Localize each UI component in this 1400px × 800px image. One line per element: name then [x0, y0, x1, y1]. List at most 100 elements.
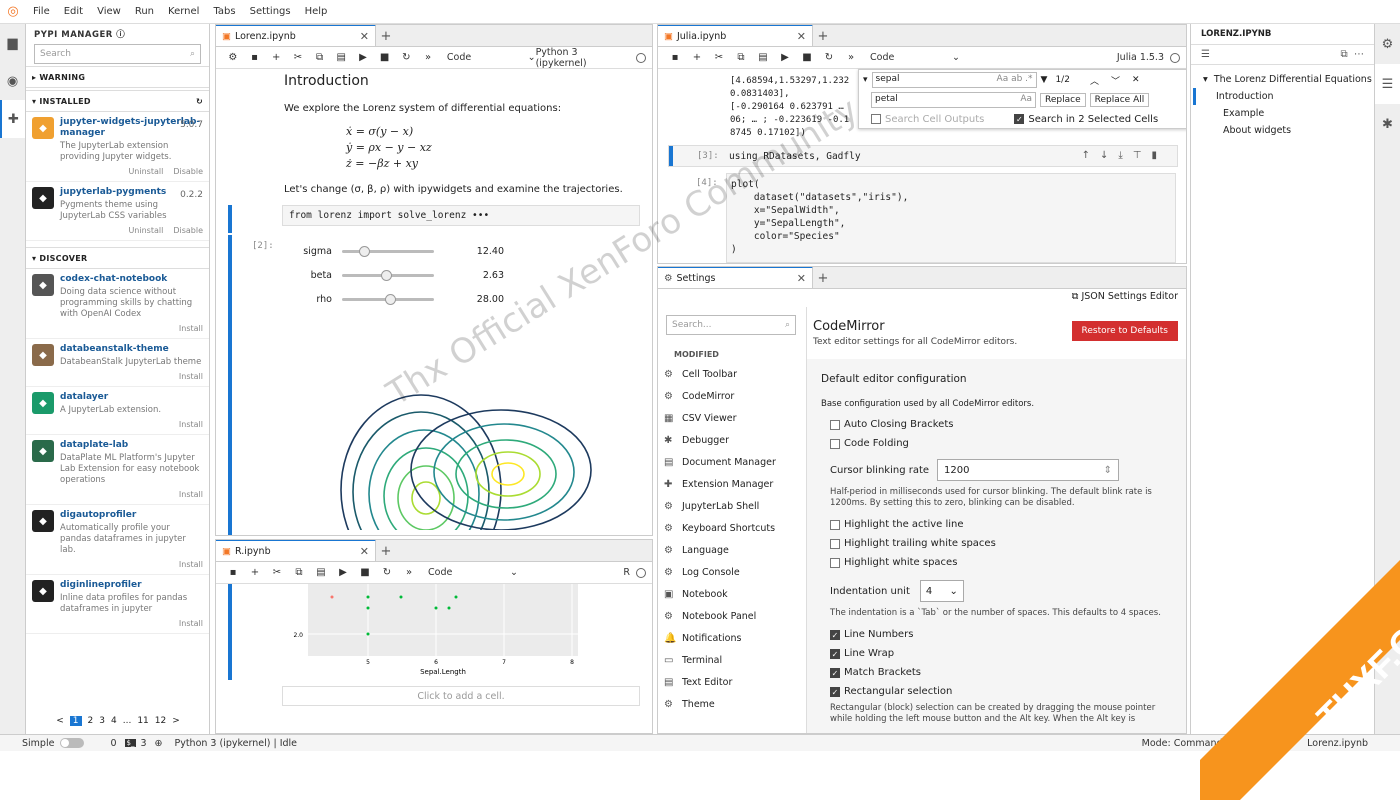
- save-icon[interactable]: ▪: [664, 52, 686, 63]
- settings-item[interactable]: ⚙ Language: [664, 539, 804, 561]
- cell-type-select[interactable]: Code ⌄: [428, 567, 518, 578]
- close-icon[interactable]: ✕: [360, 545, 369, 558]
- search-cell-outputs-checkbox[interactable]: Search Cell Outputs: [871, 110, 984, 129]
- kernel-name[interactable]: Julia 1.5.3: [1117, 52, 1164, 63]
- settings-search-input[interactable]: Search... ⌕: [666, 315, 796, 335]
- code-input[interactable]: plot( dataset("datasets","iris"), x="Sep…: [726, 173, 1176, 263]
- highlight-white-spaces-checkbox[interactable]: Highlight white spaces: [830, 553, 1174, 572]
- bug-icon[interactable]: ⚙: [222, 52, 244, 63]
- settings-item[interactable]: ⚙ CodeMirror: [664, 385, 804, 407]
- settings-item[interactable]: ▣ Notebook: [664, 583, 804, 605]
- close-icon[interactable]: ✕: [797, 272, 806, 285]
- page-link[interactable]: 11: [137, 716, 148, 726]
- run-icon[interactable]: ▶: [332, 567, 354, 578]
- fast-forward-icon[interactable]: »: [840, 52, 862, 63]
- warning-section-header[interactable]: ▸ WARNING: [26, 66, 209, 88]
- menu-tabs[interactable]: Tabs: [206, 6, 242, 17]
- running-icon[interactable]: ◉: [0, 62, 25, 100]
- page-link[interactable]: 4: [111, 716, 117, 726]
- extension-name[interactable]: databeanstalk-theme: [60, 344, 203, 355]
- menu-kernel[interactable]: Kernel: [161, 6, 206, 17]
- new-tab-button[interactable]: +: [813, 26, 833, 46]
- installed-section-header[interactable]: ▾ INSTALLED ↻: [26, 90, 209, 112]
- settings-item[interactable]: ✚ Extension Manager: [664, 473, 804, 495]
- paste-icon[interactable]: ▤: [330, 52, 352, 63]
- indent-unit-select[interactable]: 4 ⌄: [919, 580, 964, 602]
- extension-name[interactable]: dataplate-lab: [60, 440, 203, 451]
- slider-handle[interactable]: [385, 293, 396, 305]
- next-match-icon[interactable]: ﹀: [1111, 74, 1120, 87]
- help-icon[interactable]: ⓘ: [116, 30, 125, 40]
- tab-settings[interactable]: ⚙ Settings ✕: [658, 267, 813, 288]
- settings-item[interactable]: ⚙ Cell Toolbar: [664, 363, 804, 385]
- fast-forward-icon[interactable]: »: [398, 567, 420, 578]
- menu-run[interactable]: Run: [128, 6, 161, 17]
- copy-icon[interactable]: ⧉: [730, 52, 752, 63]
- highlight-trailing-checkbox[interactable]: Highlight trailing white spaces: [830, 534, 1174, 553]
- menu-settings[interactable]: Settings: [243, 6, 298, 17]
- page-link[interactable]: 12: [155, 716, 166, 726]
- add-cell-area[interactable]: Click to add a cell.: [282, 686, 640, 706]
- settings-item[interactable]: ▤ Text Editor: [664, 671, 804, 693]
- stop-icon[interactable]: ■: [354, 567, 376, 578]
- settings-item[interactable]: ▭ Terminal: [664, 649, 804, 671]
- find-input[interactable]: sepal Aa ab .*: [871, 72, 1037, 88]
- page-link[interactable]: 1: [69, 716, 82, 726]
- extension-icon[interactable]: ✚: [0, 100, 25, 138]
- paste-icon[interactable]: ▤: [752, 52, 774, 63]
- kernel-status[interactable]: Python 3 (ipykernel) | Idle: [174, 738, 297, 749]
- toc-icon[interactable]: ☰: [1375, 64, 1400, 104]
- add-cell-icon[interactable]: +: [265, 52, 287, 63]
- close-icon[interactable]: ✕: [360, 30, 369, 43]
- discover-section-header[interactable]: ▾ DISCOVER: [26, 247, 209, 269]
- cell-type-select[interactable]: Code ⌄: [870, 52, 960, 63]
- expand-icon[interactable]: ▾: [863, 75, 868, 85]
- disable-button[interactable]: Disable: [173, 226, 203, 235]
- install-button[interactable]: Install: [179, 372, 203, 381]
- tab-julia[interactable]: ▣ Julia.ipynb ✕: [658, 25, 813, 46]
- run-icon[interactable]: ▶: [352, 52, 374, 63]
- page-link[interactable]: <: [56, 716, 64, 726]
- uninstall-button[interactable]: Uninstall: [128, 167, 163, 176]
- restart-icon[interactable]: ↻: [396, 52, 418, 63]
- close-icon[interactable]: ✕: [797, 30, 806, 43]
- tab-r[interactable]: ▣ R.ipynb ✕: [216, 540, 376, 561]
- extension-name[interactable]: datalayer: [60, 392, 203, 403]
- kernel-name[interactable]: R: [623, 567, 630, 578]
- line-numbers-checkbox[interactable]: ✓ Line Numbers: [830, 625, 1174, 644]
- line-wrap-checkbox[interactable]: ✓ Line Wrap: [830, 644, 1174, 663]
- kernel-name[interactable]: Python 3 (ipykernel): [536, 47, 631, 69]
- toc-actions[interactable]: ⧉ ⋯: [1341, 49, 1365, 60]
- stop-icon[interactable]: ■: [796, 52, 818, 63]
- uninstall-button[interactable]: Uninstall: [128, 226, 163, 235]
- settings-item[interactable]: ✱ Debugger: [664, 429, 804, 451]
- menu-help[interactable]: Help: [298, 6, 335, 17]
- slider-handle[interactable]: [380, 269, 392, 281]
- save-icon[interactable]: ▪: [222, 567, 244, 578]
- match-brackets-checkbox[interactable]: ✓ Match Brackets: [830, 663, 1174, 682]
- new-tab-button[interactable]: +: [813, 268, 833, 288]
- menu-file[interactable]: File: [26, 6, 57, 17]
- replace-input[interactable]: petal Aa: [871, 92, 1036, 108]
- save-icon[interactable]: ▪: [244, 52, 266, 63]
- cursor-position[interactable]: Ln 1, Col 1: [1243, 738, 1294, 749]
- install-button[interactable]: Install: [179, 324, 203, 333]
- settings-item[interactable]: ⚙ Theme: [664, 693, 804, 715]
- replace-all-button[interactable]: Replace All: [1089, 93, 1150, 107]
- settings-item[interactable]: ▤ Document Manager: [664, 451, 804, 473]
- paste-icon[interactable]: ▤: [310, 567, 332, 578]
- slider-track[interactable]: [342, 293, 434, 305]
- kernel-count[interactable]: 3: [140, 738, 146, 749]
- menu-view[interactable]: View: [90, 6, 128, 17]
- new-tab-button[interactable]: +: [376, 26, 396, 46]
- slider-track[interactable]: [342, 245, 434, 257]
- add-cell-icon[interactable]: +: [244, 567, 266, 578]
- run-icon[interactable]: ▶: [774, 52, 796, 63]
- stop-icon[interactable]: ■: [374, 52, 396, 63]
- code-cell[interactable]: from lorenz import solve_lorenz •••: [216, 205, 652, 233]
- close-icon[interactable]: ✕: [1132, 75, 1140, 85]
- restart-icon[interactable]: ↻: [376, 567, 398, 578]
- menu-edit[interactable]: Edit: [57, 6, 90, 17]
- highlight-active-line-checkbox[interactable]: Highlight the active line: [830, 515, 1174, 534]
- restore-defaults-button[interactable]: Restore to Defaults: [1071, 321, 1178, 341]
